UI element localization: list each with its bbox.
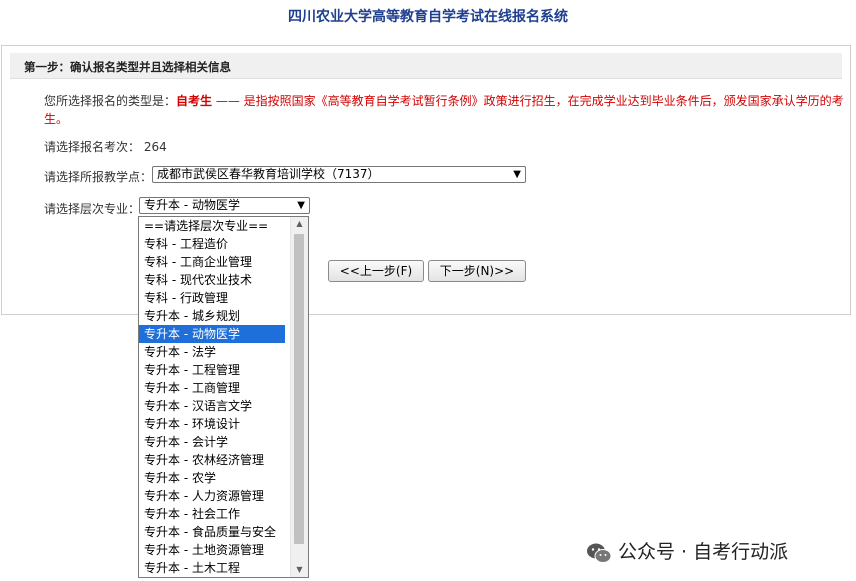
major-selected: 专升本 - 动物医学 bbox=[144, 198, 240, 212]
teaching-point-selected: 成都市武侯区春华教育培训学校（7137） bbox=[157, 167, 380, 181]
chevron-down-icon: ▼ bbox=[513, 169, 521, 180]
major-option[interactable]: 专升本 - 城乡规划 bbox=[139, 307, 285, 325]
chevron-down-icon: ▼ bbox=[297, 200, 305, 211]
major-options: ==请选择层次专业== 专科 - 工程造价 专科 - 工商企业管理 专科 - 现代农业… bbox=[139, 217, 308, 577]
major-dropdown-list[interactable]: ==请选择层次专业== 专科 - 工程造价 专科 - 工商企业管理 专科 - 现代农业… bbox=[138, 216, 309, 578]
watermark-text: 公众号 · 自考行动派 bbox=[618, 541, 789, 563]
step-label: 第一步：确认报名类型并且选择相关信息 bbox=[24, 60, 231, 74]
registration-panel: 第一步：确认报名类型并且选择相关信息 您所选择报名的类型是：自考生 —— 是指按… bbox=[1, 45, 851, 315]
major-option[interactable]: 专升本 - 工商管理 bbox=[139, 379, 285, 397]
major-option[interactable]: 专升本 - 农学 bbox=[139, 469, 285, 487]
watermark: 公众号 · 自考行动派 bbox=[586, 537, 788, 564]
registration-type-name: 自考生 bbox=[176, 94, 213, 108]
teaching-point-select[interactable]: 成都市武侯区春华教育培训学校（7137） ▼ bbox=[152, 166, 526, 183]
exam-session-row: 请选择报名考次： 264 bbox=[44, 138, 167, 155]
major-option[interactable]: 专升本 - 土地资源管理 bbox=[139, 541, 285, 559]
scroll-thumb[interactable] bbox=[294, 234, 304, 544]
major-option[interactable]: 专升本 - 农林经济管理 bbox=[139, 451, 285, 469]
major-option[interactable]: 专升本 - 法学 bbox=[139, 343, 285, 361]
major-option[interactable]: 专升本 - 土木工程 bbox=[139, 559, 285, 577]
major-option[interactable]: 专科 - 工程造价 bbox=[139, 235, 285, 253]
major-option[interactable]: 专科 - 工商企业管理 bbox=[139, 253, 285, 271]
major-select[interactable]: 专升本 - 动物医学 ▼ bbox=[139, 197, 310, 214]
step-header: 第一步：确认报名类型并且选择相关信息 bbox=[10, 53, 842, 79]
major-option[interactable]: 专升本 - 工程管理 bbox=[139, 361, 285, 379]
major-option[interactable]: 专科 - 行政管理 bbox=[139, 289, 285, 307]
scroll-down-icon[interactable]: ▼ bbox=[291, 563, 308, 577]
major-option[interactable]: 专升本 - 汉语言文学 bbox=[139, 397, 285, 415]
major-option[interactable]: 专升本 - 动物医学 bbox=[139, 325, 285, 343]
teaching-point-label: 请选择所报教学点： bbox=[44, 170, 153, 184]
registration-type-label: 您所选择报名的类型是： bbox=[44, 94, 177, 108]
major-option[interactable]: ==请选择层次专业== bbox=[139, 217, 285, 235]
exam-session-value: 264 bbox=[143, 140, 167, 154]
next-step-button[interactable]: 下一步(N)>> bbox=[428, 260, 526, 282]
exam-session-label: 请选择报名考次： bbox=[44, 140, 141, 154]
major-option[interactable]: 专科 - 现代农业技术 bbox=[139, 271, 285, 289]
major-option[interactable]: 专升本 - 人力资源管理 bbox=[139, 487, 285, 505]
registration-type-line: 您所选择报名的类型是：自考生 —— 是指按照国家《高等教育自学考试暂行条例》政策… bbox=[44, 92, 844, 128]
major-option[interactable]: 专升本 - 环境设计 bbox=[139, 415, 285, 433]
prev-step-button[interactable]: <<上一步(F) bbox=[328, 260, 424, 282]
scrollbar[interactable]: ▲ ▼ bbox=[290, 217, 308, 577]
page-title: 四川农业大学高等教育自学考试在线报名系统 bbox=[288, 9, 568, 25]
major-option[interactable]: 专升本 - 社会工作 bbox=[139, 505, 285, 523]
wechat-icon bbox=[587, 543, 612, 563]
major-option[interactable]: 专升本 - 会计学 bbox=[139, 433, 285, 451]
scroll-up-icon[interactable]: ▲ bbox=[291, 217, 308, 231]
major-label: 请选择层次专业： bbox=[44, 202, 141, 216]
major-option[interactable]: 专升本 - 食品质量与安全 bbox=[139, 523, 285, 541]
